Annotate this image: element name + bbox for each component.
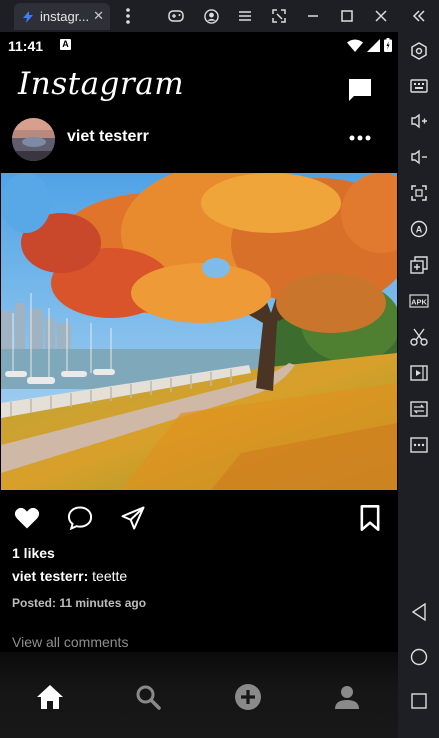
collapse-icon[interactable] [409, 6, 429, 26]
auto-icon[interactable]: A [408, 218, 430, 240]
more-icon[interactable] [408, 434, 430, 456]
posted-time-value: 11 minutes ago [59, 596, 147, 610]
post-caption: viet testerr: teette [12, 568, 127, 584]
status-icons [347, 38, 392, 52]
nav-add-post[interactable] [233, 682, 263, 712]
messages-icon[interactable] [348, 78, 372, 102]
sync-icon[interactable] [408, 398, 430, 420]
view-all-comments-link[interactable]: View all comments [12, 634, 128, 650]
svg-text:A: A [416, 225, 423, 235]
volume-down-icon[interactable] [408, 146, 430, 168]
post-header: viet testerr [0, 116, 398, 164]
multi-instance-icon[interactable] [408, 254, 430, 276]
posted-time: Posted: 11 minutes ago [12, 596, 146, 610]
account-icon[interactable] [201, 6, 221, 26]
post-username[interactable]: viet testerr [67, 128, 149, 146]
settings-icon[interactable] [408, 40, 430, 62]
search-icon [136, 685, 161, 710]
more-options-icon[interactable] [348, 126, 372, 150]
apk-icon[interactable]: APK [408, 290, 430, 312]
notification-icon: A [60, 39, 71, 50]
tab-logo-icon [23, 10, 33, 23]
back-icon[interactable] [408, 601, 430, 623]
tab-close-button[interactable]: ✕ [93, 8, 104, 24]
avatar[interactable] [12, 118, 55, 161]
nav-profile[interactable] [332, 682, 362, 712]
more-vert-icon[interactable] [118, 6, 138, 26]
like-icon[interactable] [13, 504, 41, 532]
posted-label: Posted: [12, 596, 57, 610]
nav-search[interactable] [133, 682, 163, 712]
post-image[interactable] [1, 173, 397, 490]
signal-icon [367, 38, 380, 52]
add-post-icon [235, 684, 261, 710]
screenshot-icon[interactable] [269, 6, 289, 26]
close-icon[interactable] [371, 6, 391, 26]
emulator-sidebar: A APK [398, 32, 439, 738]
menu-icon[interactable] [235, 6, 255, 26]
phone-screen: 11:41 A Instagram viet testerr 1 likes v… [0, 32, 398, 738]
likes-count[interactable]: 1 likes [12, 545, 55, 561]
app-header: Instagram [0, 58, 398, 114]
svg-text:APK: APK [411, 298, 427, 307]
tab-title: instagr... [40, 9, 88, 24]
bookmark-icon[interactable] [356, 504, 384, 532]
status-time: 11:41 [8, 38, 44, 54]
bottom-nav [0, 652, 398, 738]
profile-icon [335, 686, 359, 709]
volume-up-icon[interactable] [408, 110, 430, 132]
record-icon[interactable] [408, 362, 430, 384]
maximize-icon[interactable] [337, 6, 357, 26]
post-actions [0, 502, 398, 534]
cut-icon[interactable] [408, 326, 430, 348]
status-bar: 11:41 A [0, 32, 398, 58]
share-icon[interactable] [119, 504, 147, 532]
fullscreen-icon[interactable] [408, 182, 430, 204]
wifi-icon [347, 39, 363, 52]
home-icon [37, 685, 63, 709]
gamepad-icon[interactable] [166, 6, 186, 26]
caption-text: teette [92, 568, 128, 584]
home-button-icon[interactable] [408, 646, 430, 668]
caption-username[interactable]: viet testerr: [12, 568, 88, 584]
battery-icon [384, 38, 392, 52]
browser-tab[interactable]: instagr... ✕ [14, 3, 110, 30]
recents-icon[interactable] [408, 690, 430, 712]
instagram-logo: Instagram [18, 66, 185, 102]
comment-icon[interactable] [66, 504, 94, 532]
emulator-title-bar: instagr... ✕ [0, 0, 439, 32]
keyboard-icon[interactable] [408, 75, 430, 97]
nav-home[interactable] [35, 682, 65, 712]
minimize-icon[interactable] [303, 6, 323, 26]
